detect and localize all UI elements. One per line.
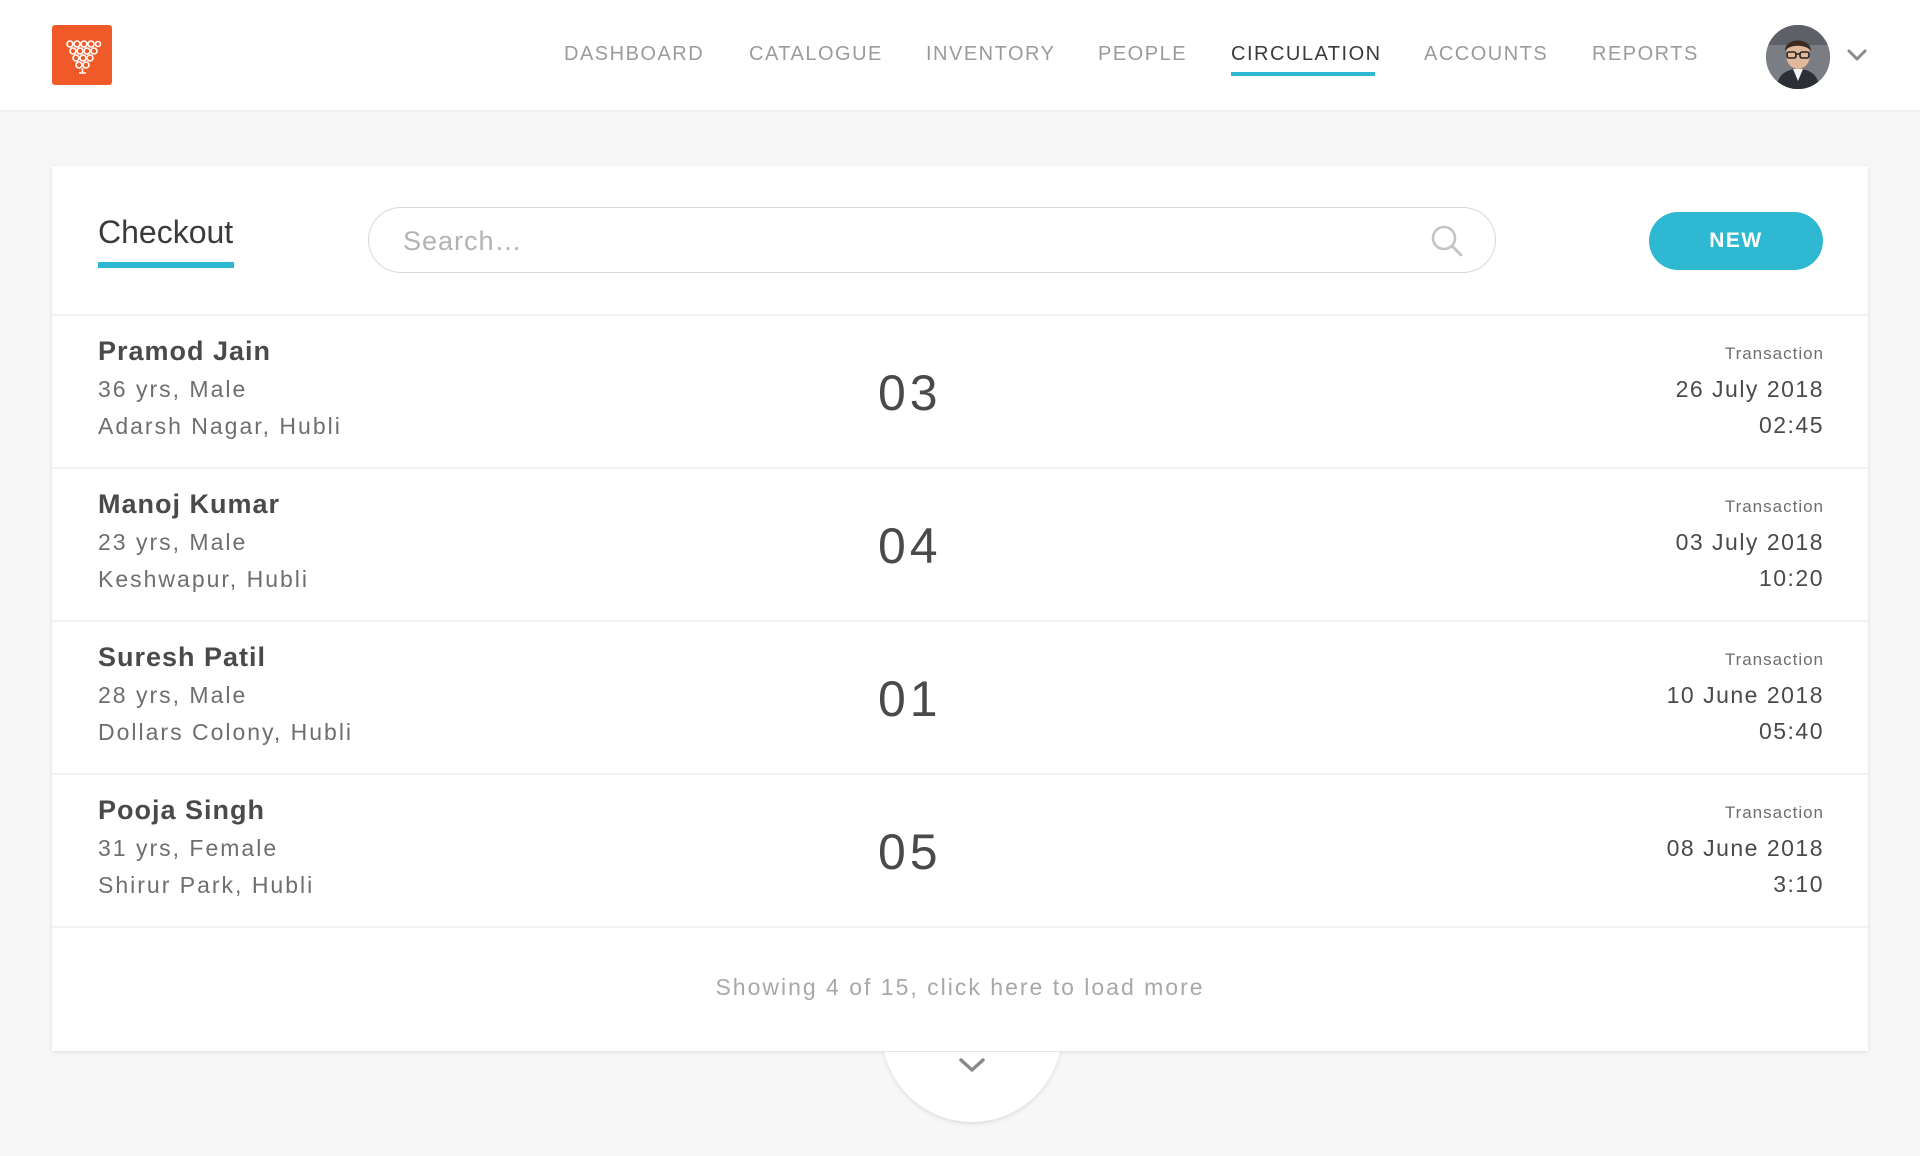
transaction-label: Transaction (1724, 497, 1824, 516)
avatar-image (1766, 25, 1830, 89)
top-navigation-bar: DASHBOARD CATALOGUE INVENTORY PEOPLE CIR… (0, 0, 1920, 110)
transaction-label: Transaction (1724, 344, 1824, 363)
transaction-time: 05:40 (1758, 718, 1824, 744)
item-count: 01 (878, 671, 942, 727)
member-address: Keshwapur, Hubli (98, 566, 309, 592)
checkout-card: Checkout NEW Pramod Jain 36 yrs, Male Ad… (52, 166, 1868, 1051)
member-address: Adarsh Nagar, Hubli (98, 413, 342, 439)
transaction-list: Pramod Jain 36 yrs, Male Adarsh Nagar, H… (52, 314, 1868, 928)
item-count: 05 (878, 824, 942, 880)
search-box[interactable] (368, 207, 1496, 273)
main-nav: DASHBOARD CATALOGUE INVENTORY PEOPLE CIR… (0, 0, 1920, 110)
transaction-time: 3:10 (1773, 871, 1824, 897)
member-name: Manoj Kumar (98, 489, 281, 519)
list-item[interactable]: Pramod Jain 36 yrs, Male Adarsh Nagar, H… (52, 314, 1868, 467)
transaction-label: Transaction (1724, 803, 1824, 822)
nav-dashboard[interactable]: DASHBOARD (564, 43, 704, 66)
search-icon[interactable] (1429, 223, 1465, 259)
transaction-date: 03 July 2018 (1675, 529, 1824, 555)
transaction-time: 10:20 (1758, 565, 1824, 591)
member-age-gender: 36 yrs, Male (98, 376, 248, 402)
nav-people[interactable]: PEOPLE (1098, 43, 1187, 66)
member-name: Pooja Singh (98, 795, 266, 825)
member-address: Shirur Park, Hubli (98, 872, 315, 898)
transaction-label: Transaction (1724, 650, 1824, 669)
member-name: Suresh Patil (98, 642, 267, 672)
nav-accounts[interactable]: ACCOUNTS (1424, 43, 1548, 66)
list-item[interactable]: Manoj Kumar 23 yrs, Male Keshwapur, Hubl… (52, 467, 1868, 620)
list-item[interactable]: Suresh Patil 28 yrs, Male Dollars Colony… (52, 620, 1868, 773)
member-name: Pramod Jain (98, 336, 272, 366)
member-age-gender: 23 yrs, Male (98, 529, 248, 555)
transaction-date: 26 July 2018 (1675, 376, 1824, 402)
title-underline (98, 262, 234, 268)
load-more-link[interactable]: Showing 4 of 15, click here to load more (52, 974, 1868, 1001)
page-title: Checkout (98, 214, 234, 250)
transaction-date: 08 June 2018 (1666, 835, 1824, 861)
nav-reports[interactable]: REPORTS (1592, 43, 1699, 66)
user-avatar[interactable] (1766, 25, 1830, 89)
chevron-down-icon[interactable] (1846, 48, 1868, 62)
item-count: 04 (878, 518, 942, 574)
member-age-gender: 31 yrs, Female (98, 835, 279, 861)
chevron-down-icon[interactable] (957, 1056, 987, 1074)
item-count: 03 (878, 365, 942, 421)
search-input[interactable] (401, 222, 1405, 260)
transaction-time: 02:45 (1758, 412, 1824, 438)
active-nav-indicator (1231, 72, 1375, 76)
list-item[interactable]: Pooja Singh 31 yrs, Female Shirur Park, … (52, 773, 1868, 928)
nav-inventory[interactable]: INVENTORY (926, 43, 1055, 66)
transaction-date: 10 June 2018 (1666, 682, 1824, 708)
nav-circulation[interactable]: CIRCULATION (1231, 43, 1382, 66)
member-age-gender: 28 yrs, Male (98, 682, 248, 708)
new-button[interactable]: NEW (1649, 212, 1823, 270)
member-address: Dollars Colony, Hubli (98, 719, 354, 745)
nav-catalogue[interactable]: CATALOGUE (749, 43, 883, 66)
